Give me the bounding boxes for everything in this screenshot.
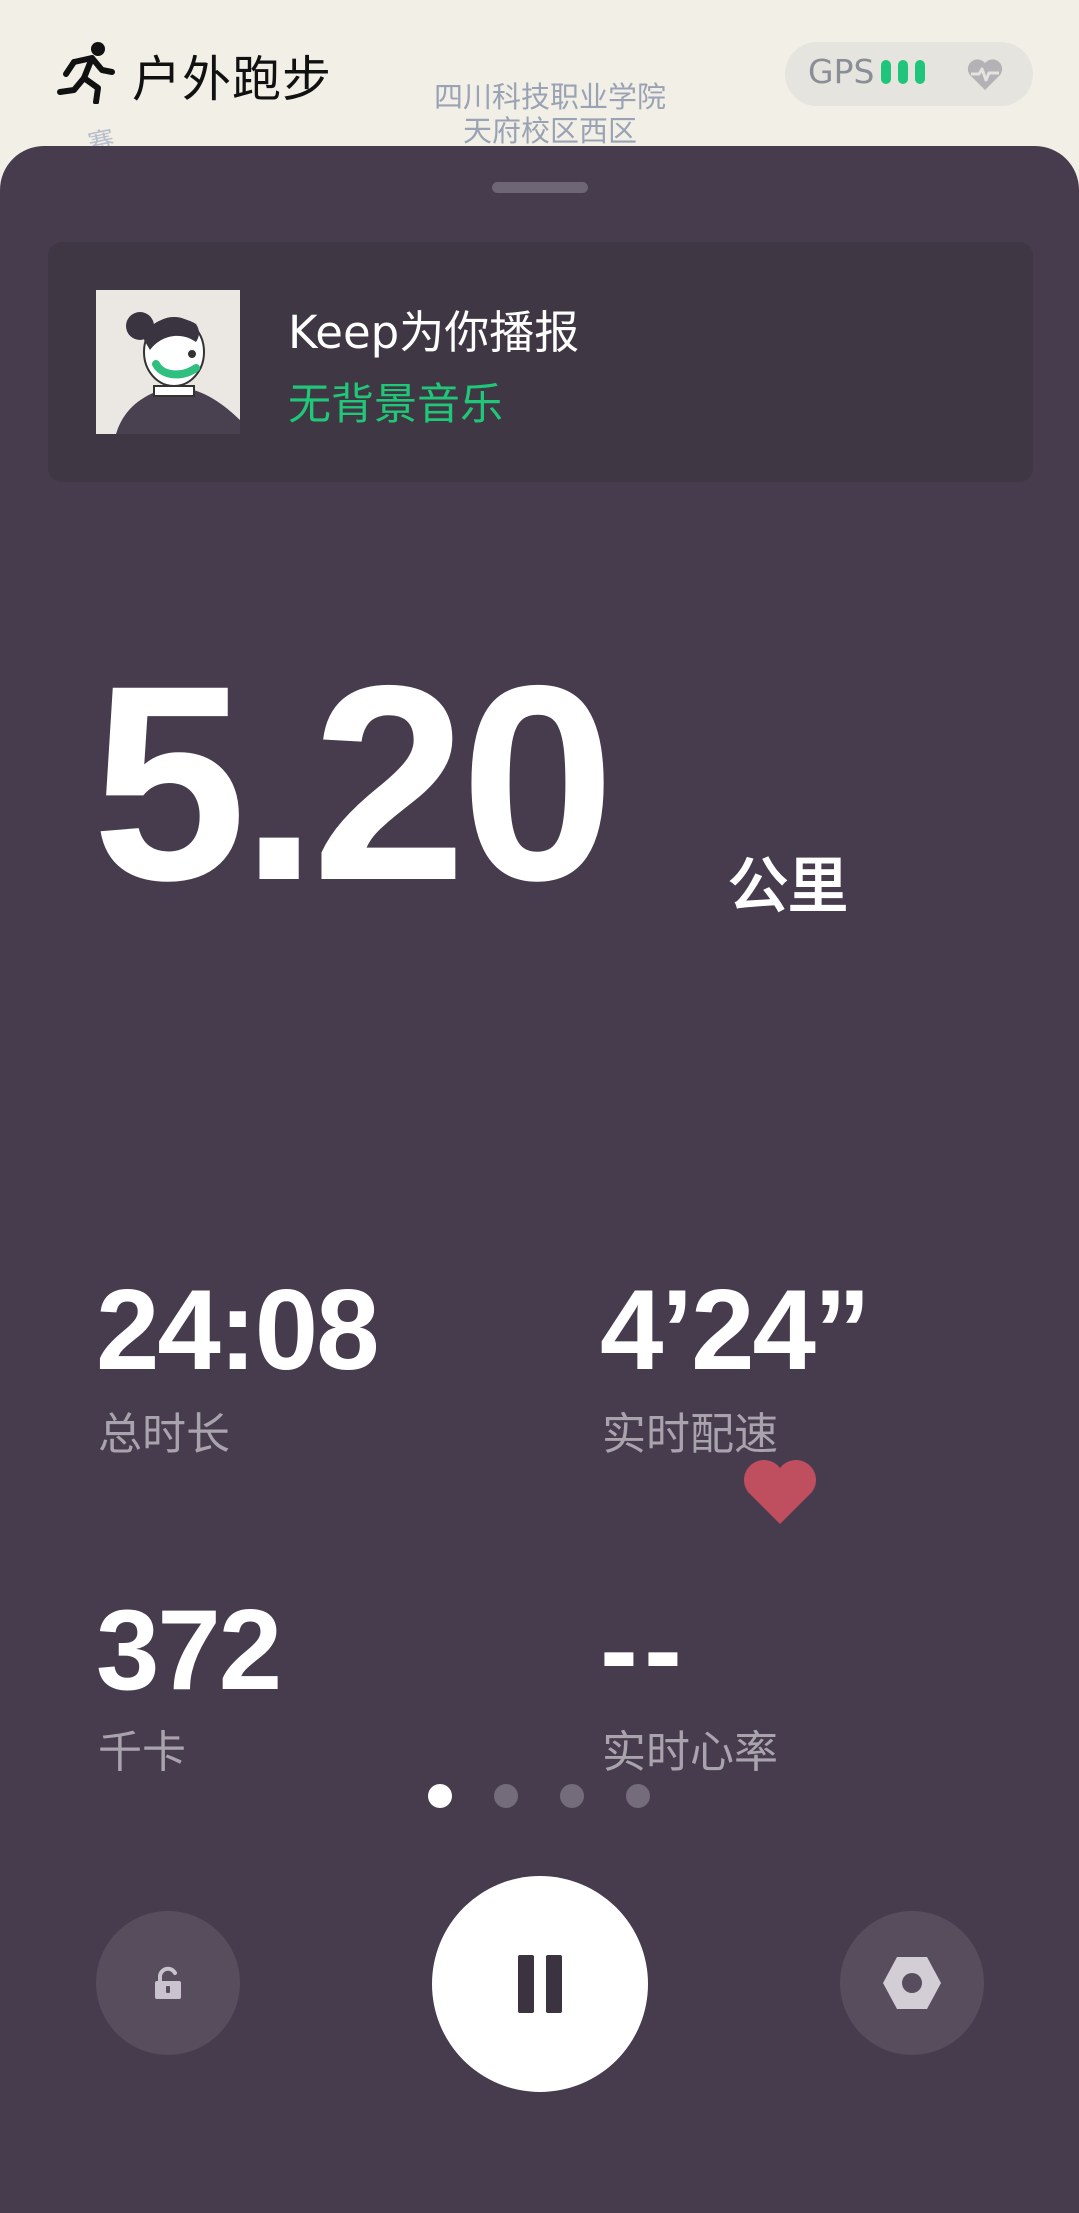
- page-title: 户外跑步: [132, 51, 333, 108]
- calories-label: 千卡: [98, 1727, 186, 1778]
- distance-value: 5.20: [92, 627, 615, 938]
- unlock-icon: [155, 1966, 181, 1999]
- heart-rate-label: 实时心率: [602, 1727, 778, 1778]
- gps-signal-bar: [881, 60, 891, 84]
- page-dot[interactable]: [626, 1784, 650, 1808]
- distance-unit: 公里: [728, 852, 848, 922]
- heart-icon: [744, 1460, 816, 1524]
- running-person-icon: [57, 42, 115, 104]
- broadcast-title: Keep为你播报: [288, 306, 580, 359]
- page-dot[interactable]: [494, 1784, 518, 1808]
- voice-coach-avatar: [96, 290, 240, 434]
- background-music-status[interactable]: 无背景音乐: [288, 370, 503, 432]
- heart-rate-icon: [967, 59, 1003, 90]
- page-indicator[interactable]: [428, 1784, 650, 1808]
- duration-value: 24:08: [96, 1267, 380, 1394]
- page-dot[interactable]: [560, 1784, 584, 1808]
- pause-icon: [546, 1955, 562, 2013]
- gps-signal-bars: [881, 60, 925, 84]
- hexagon-settings-icon: [883, 1957, 941, 2009]
- gps-signal-bar: [915, 60, 925, 84]
- lock-screen-button[interactable]: [96, 1911, 240, 2055]
- page-dot-active[interactable]: [428, 1784, 452, 1808]
- map-place-line2: 天府校区西区: [462, 114, 637, 148]
- coach-illustration: [96, 290, 240, 434]
- gps-signal-bar: [898, 60, 908, 84]
- duration-label: 总时长: [98, 1409, 230, 1460]
- gps-label: GPS: [808, 52, 875, 91]
- map-place-line1: 四川科技职业学院: [433, 80, 666, 114]
- voice-broadcast-card[interactable]: Keep为你播报 无背景音乐: [48, 242, 1033, 482]
- pace-label: 实时配速: [602, 1409, 778, 1460]
- heart-rate-value: --: [600, 1587, 688, 1714]
- map-place-label: 四川科技职业学院 天府校区西区: [410, 80, 690, 148]
- pause-button[interactable]: [432, 1876, 648, 2092]
- pace-value: 4’24”: [600, 1267, 871, 1394]
- gps-status-pill[interactable]: GPS: [785, 42, 1033, 106]
- calories-value: 372: [96, 1587, 282, 1714]
- settings-button[interactable]: [840, 1911, 984, 2055]
- panel-drag-handle[interactable]: [492, 182, 588, 193]
- pause-icon: [518, 1955, 534, 2013]
